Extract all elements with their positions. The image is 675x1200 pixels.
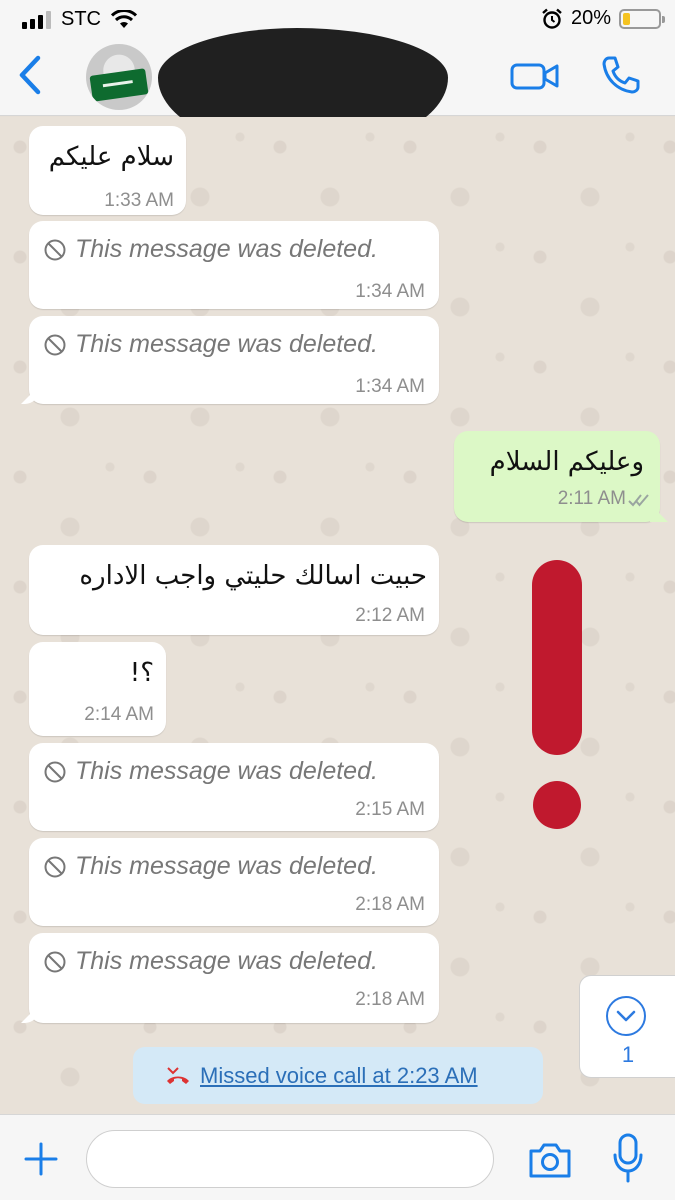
battery-level-fill [623, 12, 630, 25]
battery-percent: 20% [570, 7, 611, 29]
contact-avatar[interactable] [86, 44, 152, 110]
deleted-text: This message was deleted. [75, 947, 378, 975]
deleted-message-bubble[interactable]: This message was deleted. 1:34 AM [21, 316, 439, 404]
video-call-icon[interactable] [510, 60, 560, 92]
double-check-icon [628, 494, 649, 507]
message-bubble[interactable]: سلام عليكم 1:33 AM [29, 126, 186, 215]
carrier-name: STC [61, 8, 101, 30]
message-bubble[interactable]: ؟! 2:14 AM [29, 642, 166, 736]
chat-header: on [0, 28, 675, 152]
phone-icon[interactable] [600, 54, 642, 96]
bubble-tail [21, 386, 39, 404]
deleted-notice: This message was deleted. [43, 757, 378, 786]
message-time: 2:12 AM [355, 605, 425, 626]
alarm-icon [542, 8, 562, 29]
deleted-text: This message was deleted. [75, 852, 378, 880]
message-input[interactable] [86, 1130, 494, 1188]
message-time: 2:11 AM [557, 488, 626, 509]
message-text: وعليكم السلام [489, 447, 644, 477]
microphone-icon[interactable] [612, 1133, 644, 1185]
message-input-bar [0, 1114, 675, 1200]
chat-area[interactable]: سلام عليكم 1:33 AM This message was dele… [0, 117, 675, 1114]
message-text: ؟! [129, 658, 154, 688]
scroll-to-bottom-button[interactable]: 1 [579, 975, 675, 1078]
message-time: 2:18 AM [355, 894, 425, 915]
deleted-text: This message was deleted. [75, 235, 378, 263]
message-time: 1:33 AM [104, 190, 174, 211]
avatar-flag-image [89, 68, 149, 102]
outgoing-message-bubble[interactable]: وعليكم السلام 2:11 AM [454, 431, 668, 522]
deleted-icon [44, 239, 66, 260]
exclamation-mark-annotation [532, 560, 582, 829]
battery-icon [619, 8, 665, 29]
deleted-icon [44, 761, 66, 782]
camera-icon[interactable] [527, 1140, 573, 1180]
deleted-icon [44, 951, 66, 972]
deleted-message-bubble[interactable]: This message was deleted. 2:15 AM [29, 743, 439, 831]
plus-icon[interactable] [24, 1142, 58, 1176]
missed-call-notice[interactable]: Missed voice call at 2:23 AM [133, 1047, 543, 1104]
message-time: 2:14 AM [84, 704, 154, 725]
missed-call-icon [167, 1067, 189, 1084]
status-bar-right: 20% [541, 7, 665, 30]
message-time: 2:15 AM [355, 799, 425, 820]
signal-icon [22, 10, 51, 29]
deleted-icon [44, 856, 66, 877]
deleted-message-bubble[interactable]: This message was deleted. 1:34 AM [29, 221, 439, 309]
deleted-icon [44, 334, 66, 355]
message-text: حبيت اسالك حليتي واجب الاداره [79, 561, 427, 591]
bubble-tail [650, 504, 668, 522]
missed-call-text: Missed voice call at 2:23 AM [200, 1063, 478, 1088]
message-time: 2:18 AM [355, 989, 425, 1010]
deleted-message-bubble[interactable]: This message was deleted. 2:18 AM [29, 838, 439, 926]
deleted-notice: This message was deleted. [43, 235, 378, 264]
deleted-text: This message was deleted. [75, 757, 378, 785]
unread-count: 1 [621, 1042, 635, 1067]
wifi-icon [111, 9, 137, 28]
status-bar-left: STC [22, 8, 137, 31]
message-bubble[interactable]: حبيت اسالك حليتي واجب الاداره 2:12 AM [29, 545, 439, 635]
deleted-text: This message was deleted. [75, 330, 378, 358]
deleted-notice: This message was deleted. [43, 330, 378, 359]
deleted-message-bubble[interactable]: This message was deleted. 2:18 AM [21, 933, 439, 1023]
chevron-down-icon [606, 996, 646, 1036]
message-text: سلام عليكم [48, 142, 174, 172]
message-time: 1:34 AM [355, 281, 425, 302]
back-chevron-icon[interactable] [14, 52, 44, 98]
bubble-tail [21, 1005, 39, 1023]
deleted-notice: This message was deleted. [43, 947, 378, 976]
message-time: 1:34 AM [355, 376, 425, 397]
deleted-notice: This message was deleted. [43, 852, 378, 881]
